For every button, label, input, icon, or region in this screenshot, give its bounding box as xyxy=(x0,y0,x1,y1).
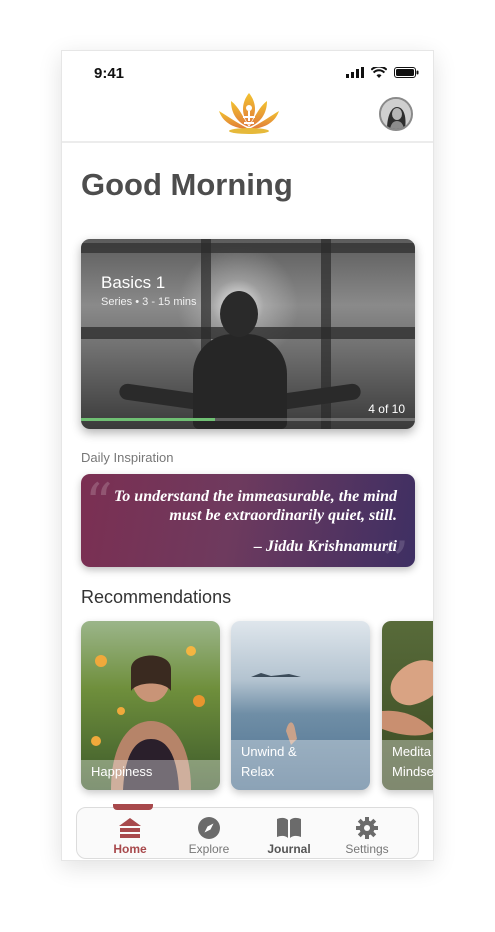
book-icon xyxy=(277,817,301,838)
tab-label: Settings xyxy=(345,842,389,856)
top-bar xyxy=(62,91,433,143)
recommendation-label: Happiness xyxy=(91,764,153,779)
hero-figure-head xyxy=(220,291,258,337)
featured-series-card[interactable]: Basics 1 Series • 3 - 15 mins 4 of 10 xyxy=(81,239,415,429)
tab-label: Home xyxy=(113,842,147,856)
recommendation-label: Unwind & Relax xyxy=(241,742,297,782)
status-icons xyxy=(346,67,419,78)
recommendation-card-unwind-relax[interactable]: Unwind & Relax xyxy=(231,621,370,790)
quote-text: To understand the immeasurable, the mind… xyxy=(113,488,397,524)
active-tab-indicator xyxy=(113,804,153,810)
daily-inspiration-card[interactable]: “ ” To understand the immeasurable, the … xyxy=(81,474,415,567)
phone-screen: 9:41 Good Morning Basics 1 Series • 3 - … xyxy=(61,50,434,861)
avatar-image-icon xyxy=(381,99,411,129)
status-time: 9:41 xyxy=(94,65,125,82)
gear-icon xyxy=(356,817,378,839)
recommendation-label-text: Unwind & Relax xyxy=(241,744,297,779)
hero-figure xyxy=(193,334,287,429)
compass-icon xyxy=(198,817,220,839)
series-progress-fill xyxy=(81,418,215,421)
signal-icon xyxy=(346,67,364,78)
tab-label: Explore xyxy=(188,842,230,856)
battery-icon xyxy=(394,67,419,78)
page-title: Good Morning xyxy=(81,167,293,202)
book-icon-wrap xyxy=(249,816,329,840)
series-progress-count: 4 of 10 xyxy=(368,402,405,416)
gear-icon-wrap xyxy=(327,816,407,840)
compass-icon-wrap xyxy=(169,816,249,840)
recommendations-title: Recommendations xyxy=(81,587,232,607)
tab-settings[interactable]: Settings xyxy=(327,808,407,860)
recommendation-label-text: Medita Mindse xyxy=(392,744,434,779)
hero-image-frame xyxy=(81,243,415,253)
home-icon-wrap xyxy=(90,816,170,840)
avatar[interactable] xyxy=(379,97,413,131)
daily-inspiration-label: Daily Inspiration xyxy=(81,450,174,465)
lotus-logo-icon xyxy=(219,93,279,134)
recommendation-label: Medita Mindse xyxy=(392,742,434,782)
quote-author: – Jiddu Krishnamurti xyxy=(253,538,397,555)
series-subtitle: Series • 3 - 15 mins xyxy=(101,296,197,308)
series-title: Basics 1 xyxy=(101,273,166,292)
status-bar: 9:41 xyxy=(62,51,433,95)
tab-label: Journal xyxy=(267,842,311,856)
tab-journal[interactable]: Journal xyxy=(249,808,329,860)
wifi-icon xyxy=(371,67,387,78)
recommendations-carousel[interactable]: Happiness Unwind & Relax Medita Mindse xyxy=(81,621,434,793)
recommendation-card-meditation-mindset[interactable]: Medita Mindse xyxy=(382,621,434,790)
tab-home[interactable]: Home xyxy=(90,804,170,860)
bottom-tab-bar: Home Explore Journal Settings xyxy=(76,804,419,860)
home-icon xyxy=(119,818,141,838)
recommendation-card-happiness[interactable]: Happiness xyxy=(81,621,220,790)
tab-explore[interactable]: Explore xyxy=(169,808,249,860)
series-progress-bar xyxy=(81,418,415,421)
